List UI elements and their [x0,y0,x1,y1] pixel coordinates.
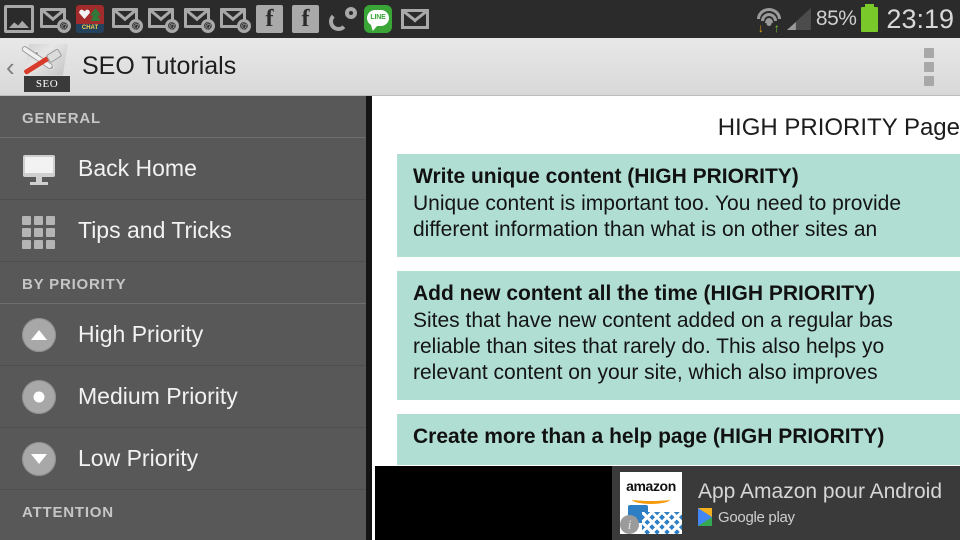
action-bar: ‹ SEO SEO Tutorials [0,38,960,96]
app-icon-badge: SEO [24,75,70,92]
drawer-section-by-priority: BY PRIORITY [22,276,127,293]
amazon-wordmark: amazon [626,478,676,494]
tip-card-body: Sites that have new content added on a r… [413,309,893,384]
google-play-icon [698,508,712,526]
wifi-icon: ↓ ↑ [756,6,782,34]
grid-icon [22,214,56,249]
sidebar-item-back-home[interactable]: Back Home [0,138,366,200]
tip-card-body: Unique content is important too. You nee… [413,192,902,241]
signal-icon [786,8,811,30]
drawer-section-general: GENERAL [22,110,101,127]
mail-at-icon [148,5,179,33]
monitor-icon [22,152,56,186]
ad-store-label: Google play [718,508,795,526]
sidebar-item-label: Tips and Tricks [78,217,232,243]
status-indicators: ↓ ↑ 85% 23:19 [756,3,954,35]
ad-title: App Amazon pour Android [698,480,943,503]
facebook-icon [256,5,286,33]
sidebar-item-medium-priority[interactable]: Medium Priority [0,366,366,428]
chat-app-icon: CHAT [76,5,106,33]
chat-app-badge: CHAT [76,24,104,33]
photo-icon [4,5,34,33]
page-heading: HIGH PRIORITY Page [717,114,960,141]
sidebar-item-tips-and-tricks[interactable]: Tips and Tricks [0,200,366,262]
notification-icon-tray[interactable]: CHAT [4,5,756,33]
amazon-app-icon: amazon i [620,472,682,534]
tip-card[interactable]: Add new content all the time (HIGH PRIOR… [397,271,960,400]
mail-at-icon [220,5,251,33]
battery-icon [861,3,879,32]
tip-card[interactable]: Create more than a help page (HIGH PRIOR… [397,414,960,465]
sidebar-item-label: Back Home [78,155,197,181]
mail-icon [400,5,430,33]
dot-circle-icon [22,379,56,414]
arrow-down-circle-icon [22,441,56,476]
drawer-section-attention: ATTENTION [22,504,114,521]
line-app-icon [364,5,394,33]
sidebar-item-high-priority[interactable]: High Priority [0,304,366,366]
tip-card-title: Add new content all the time (HIGH PRIOR… [413,282,876,305]
mail-at-icon [112,5,143,33]
arrow-up-circle-icon [22,317,56,352]
navigation-drawer[interactable]: GENERAL Back Home Tips and Tricks BY PRI… [0,96,372,540]
sidebar-item-low-priority[interactable]: Low Priority [0,428,366,490]
overflow-menu-icon[interactable] [920,44,938,90]
battery-percent: 85% [815,7,857,30]
tip-card-title: Create more than a help page (HIGH PRIOR… [413,425,885,448]
status-bar: CHAT ↓↑ [0,0,960,38]
ad-store-row: Google play [698,508,942,526]
info-badge-icon[interactable]: i [620,515,639,534]
link-rings-icon [328,5,358,33]
sidebar-item-label: High Priority [78,321,204,347]
facebook-icon [292,5,322,33]
sidebar-item-label: Medium Priority [78,383,238,409]
seo-tools-icon[interactable]: SEO [18,43,70,92]
page-title: SEO Tutorials [82,52,237,80]
status-clock: 23:19 [886,3,954,34]
ad-text-block: App Amazon pour Android Google play [698,480,942,526]
ad-banner[interactable]: amazon i App Amazon pour Android Google … [375,466,960,540]
ad-banner-panel[interactable]: amazon i App Amazon pour Android Google … [612,466,960,540]
basket-icon [642,512,682,534]
mail-at-icon [184,5,215,33]
tip-card-title: Write unique content (HIGH PRIORITY) [413,165,799,188]
amazon-smile-icon [632,495,670,504]
sidebar-item-label: Low Priority [78,445,199,471]
tip-card[interactable]: Write unique content (HIGH PRIORITY) Uni… [397,154,960,257]
mail-at-icon [40,5,71,33]
